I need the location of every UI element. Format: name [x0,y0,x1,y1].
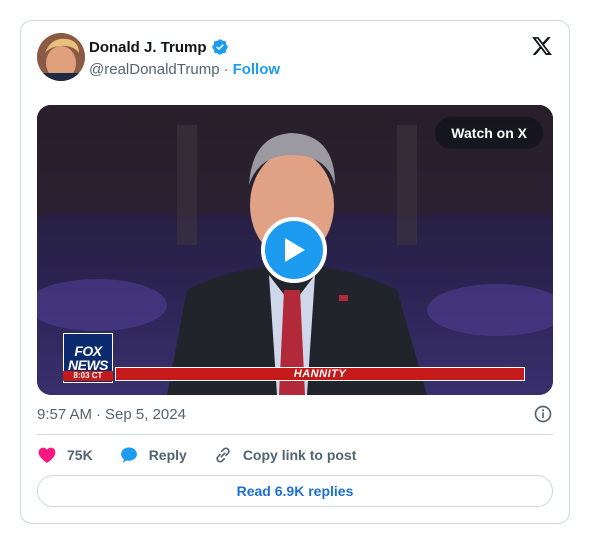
like-button[interactable]: 75K [37,445,93,465]
copy-link-button[interactable]: Copy link to post [213,445,357,465]
avatar-image [37,33,85,81]
author-handle[interactable]: @realDonaldTrump [89,61,220,78]
watch-on-x-button[interactable]: Watch on X [435,117,543,149]
show-banner-text: HANNITY [293,368,347,380]
like-count: 75K [67,447,93,463]
network-logo-bottom: NEWS [68,357,109,373]
play-icon [285,238,305,262]
post-timestamp[interactable]: 9:57 AM · Sep 5, 2024 [37,404,186,424]
post-time: 9:57 AM [37,405,93,423]
link-icon [216,447,230,463]
read-replies-button[interactable]: Read 6.9K replies [37,475,553,507]
handle-separator: · [223,60,229,78]
author-name[interactable]: Donald J. Trump [89,39,207,56]
play-button[interactable] [261,217,327,283]
x-logo-icon[interactable] [531,35,553,57]
reply-bubble-icon [120,447,137,463]
verified-badge-icon [211,39,228,55]
show-banner: HANNITY [115,367,525,381]
timestamp-separator: · [96,405,102,423]
post-date: Sep 5, 2024 [105,405,186,423]
info-icon[interactable] [533,404,553,424]
reply-label: Reply [148,447,187,463]
author-handle-row: @realDonaldTrump · Follow [89,59,280,79]
avatar[interactable] [37,33,85,81]
follow-link[interactable]: Follow [233,61,281,78]
action-bar: 75K Reply Copy link to post [37,445,356,465]
divider [37,434,553,435]
heart-icon [38,447,56,463]
broadcast-clock: 8:03 CT [63,371,113,381]
copy-link-label: Copy link to post [242,447,357,463]
video-player[interactable]: Watch on X FOX NEWS 8:03 CT HANNITY [37,105,553,395]
embedded-post-card: Donald J. Trump @realDonaldTrump · Follo… [20,20,570,524]
network-logo-top: FOX [74,343,102,359]
author-name-row: Donald J. Trump [89,37,229,57]
reply-button[interactable]: Reply [119,445,187,465]
